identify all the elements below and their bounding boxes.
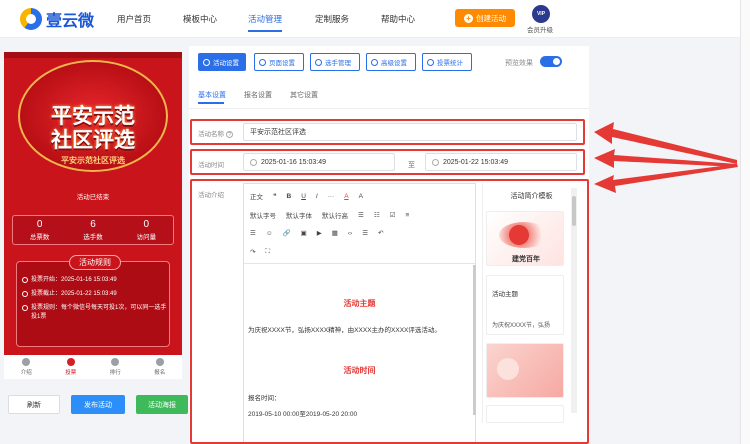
refresh-button[interactable]: 刷新 xyxy=(8,395,60,414)
tab-signup[interactable]: 报名 xyxy=(138,355,183,379)
logo[interactable]: 壹云微 xyxy=(20,7,94,31)
nav-item-activity-management[interactable]: 活动管理 xyxy=(248,13,282,25)
preview-toggle[interactable] xyxy=(540,56,562,67)
tab-label: 报名 xyxy=(154,370,166,376)
annotation-arrows xyxy=(594,122,738,193)
rule-item: 投票截止：2025-01-22 15:03:49 xyxy=(22,290,168,299)
tab-label: 介绍 xyxy=(20,370,32,376)
tab-intro[interactable]: 介绍 xyxy=(4,355,49,379)
tab-basic-settings[interactable]: 基本设置 xyxy=(198,90,226,100)
nav-active-underline xyxy=(248,30,282,32)
stat-value: 0 xyxy=(143,219,150,230)
highlight-box-name xyxy=(190,119,585,145)
rules-heading: 活动规则 xyxy=(69,255,121,270)
activity-settings-button[interactable]: 活动设置 xyxy=(198,53,246,71)
create-activity-label: 创建活动 xyxy=(476,13,506,23)
banner-title-line2: 社区评选 xyxy=(51,127,135,152)
button-label: 活动设置 xyxy=(213,60,239,67)
stat-value: 6 xyxy=(90,219,96,230)
button-label: 投票统计 xyxy=(437,60,463,67)
vote-icon xyxy=(66,358,75,366)
tab-ranking[interactable]: 排行 xyxy=(93,355,138,379)
tab-label: 排行 xyxy=(109,370,121,376)
subtab-active-underline xyxy=(198,102,224,104)
nav-item-templates[interactable]: 模板中心 xyxy=(183,13,217,25)
rule-text: 投票开始：2025-01-16 15:03:49 xyxy=(31,277,117,283)
users-icon xyxy=(315,58,322,66)
plus-icon: + xyxy=(464,13,473,23)
button-label: 页面设置 xyxy=(269,60,295,67)
vip-icon[interactable]: VIP xyxy=(532,5,550,23)
info-icon xyxy=(22,305,28,311)
button-label: 选手管理 xyxy=(325,60,351,67)
logo-text: 壹云微 xyxy=(46,13,95,30)
intro-icon xyxy=(22,358,31,366)
poster-button[interactable]: 活动海报 xyxy=(136,395,188,414)
signup-icon xyxy=(155,358,164,366)
tab-vote[interactable]: 投票 xyxy=(49,355,94,379)
tab-signup-settings[interactable]: 报名设置 xyxy=(244,90,272,100)
top-navigation: 壹云微 用户首页 模板中心 活动管理 定制服务 帮助中心 + 创建活动 VIP … xyxy=(0,0,750,38)
logo-icon xyxy=(20,8,42,30)
page-scrollbar[interactable] xyxy=(740,0,750,444)
stat-label: 访问量 xyxy=(136,234,157,241)
sliders-icon xyxy=(371,58,378,66)
gear-icon xyxy=(203,58,210,66)
preview-tabbar: 介绍 投票 排行 报名 xyxy=(4,355,182,379)
stat-label: 选手数 xyxy=(83,234,103,241)
activity-title: 平安示范社区评选 xyxy=(61,156,125,165)
stat-label: 总票数 xyxy=(29,234,50,241)
vip-upgrade-label[interactable]: 会员升级 xyxy=(527,24,553,34)
tab-label: 投票 xyxy=(65,370,77,376)
gear-icon xyxy=(259,58,266,66)
rule-text: 投票截止：2025-01-22 15:03:49 xyxy=(31,291,117,297)
stat-visits: 0 访问量 xyxy=(120,216,173,244)
tab-other-settings[interactable]: 其它设置 xyxy=(290,90,318,100)
activity-status: 活动已结束 xyxy=(76,194,110,201)
stat-total-votes: 0 总票数 xyxy=(13,216,66,244)
arrow-to-intro-icon xyxy=(594,164,738,193)
preview-top-strip xyxy=(4,52,182,58)
button-label: 高级设置 xyxy=(381,60,407,67)
vote-stats-button[interactable]: 投票统计 xyxy=(422,53,472,71)
highlight-box-intro xyxy=(190,179,589,444)
preview-toggle-label: 预览效果 xyxy=(505,60,533,67)
rule-item: 投票开始：2025-01-16 15:03:49 xyxy=(22,276,168,285)
nav-item-custom-service[interactable]: 定制服务 xyxy=(315,13,349,25)
page-settings-button[interactable]: 页面设置 xyxy=(254,53,304,71)
clock-icon xyxy=(22,291,28,297)
mobile-preview: 平安示范 社区评选 平安示范社区评选 活动已结束 0 总票数 6 选手数 0 访问量 … xyxy=(4,52,182,355)
stats-panel: 0 总票数 6 选手数 0 访问量 xyxy=(12,215,174,245)
nav-item-home[interactable]: 用户首页 xyxy=(117,13,151,25)
nav-item-help[interactable]: 帮助中心 xyxy=(381,13,415,25)
rule-item: 投票规则：每个微信号每天可投1次，可以同一选手投1票 xyxy=(22,304,168,322)
contestant-management-button[interactable]: 选手管理 xyxy=(310,53,360,71)
rule-text: 投票规则：每个微信号每天可投1次，可以同一选手投1票 xyxy=(31,305,167,320)
advanced-settings-button[interactable]: 高级设置 xyxy=(366,53,416,71)
highlight-box-time xyxy=(190,149,585,175)
rules-panel: 活动规则 投票开始：2025-01-16 15:03:49 投票截止：2025-… xyxy=(16,255,170,347)
stat-contestants: 6 选手数 xyxy=(66,216,119,244)
chart-icon xyxy=(427,58,434,66)
create-activity-button[interactable]: + 创建活动 xyxy=(455,9,515,27)
clock-icon xyxy=(22,277,28,283)
ranking-icon xyxy=(111,358,120,366)
publish-button[interactable]: 发布活动 xyxy=(71,395,125,414)
stat-value: 0 xyxy=(36,219,43,230)
tabs-divider xyxy=(189,108,589,109)
